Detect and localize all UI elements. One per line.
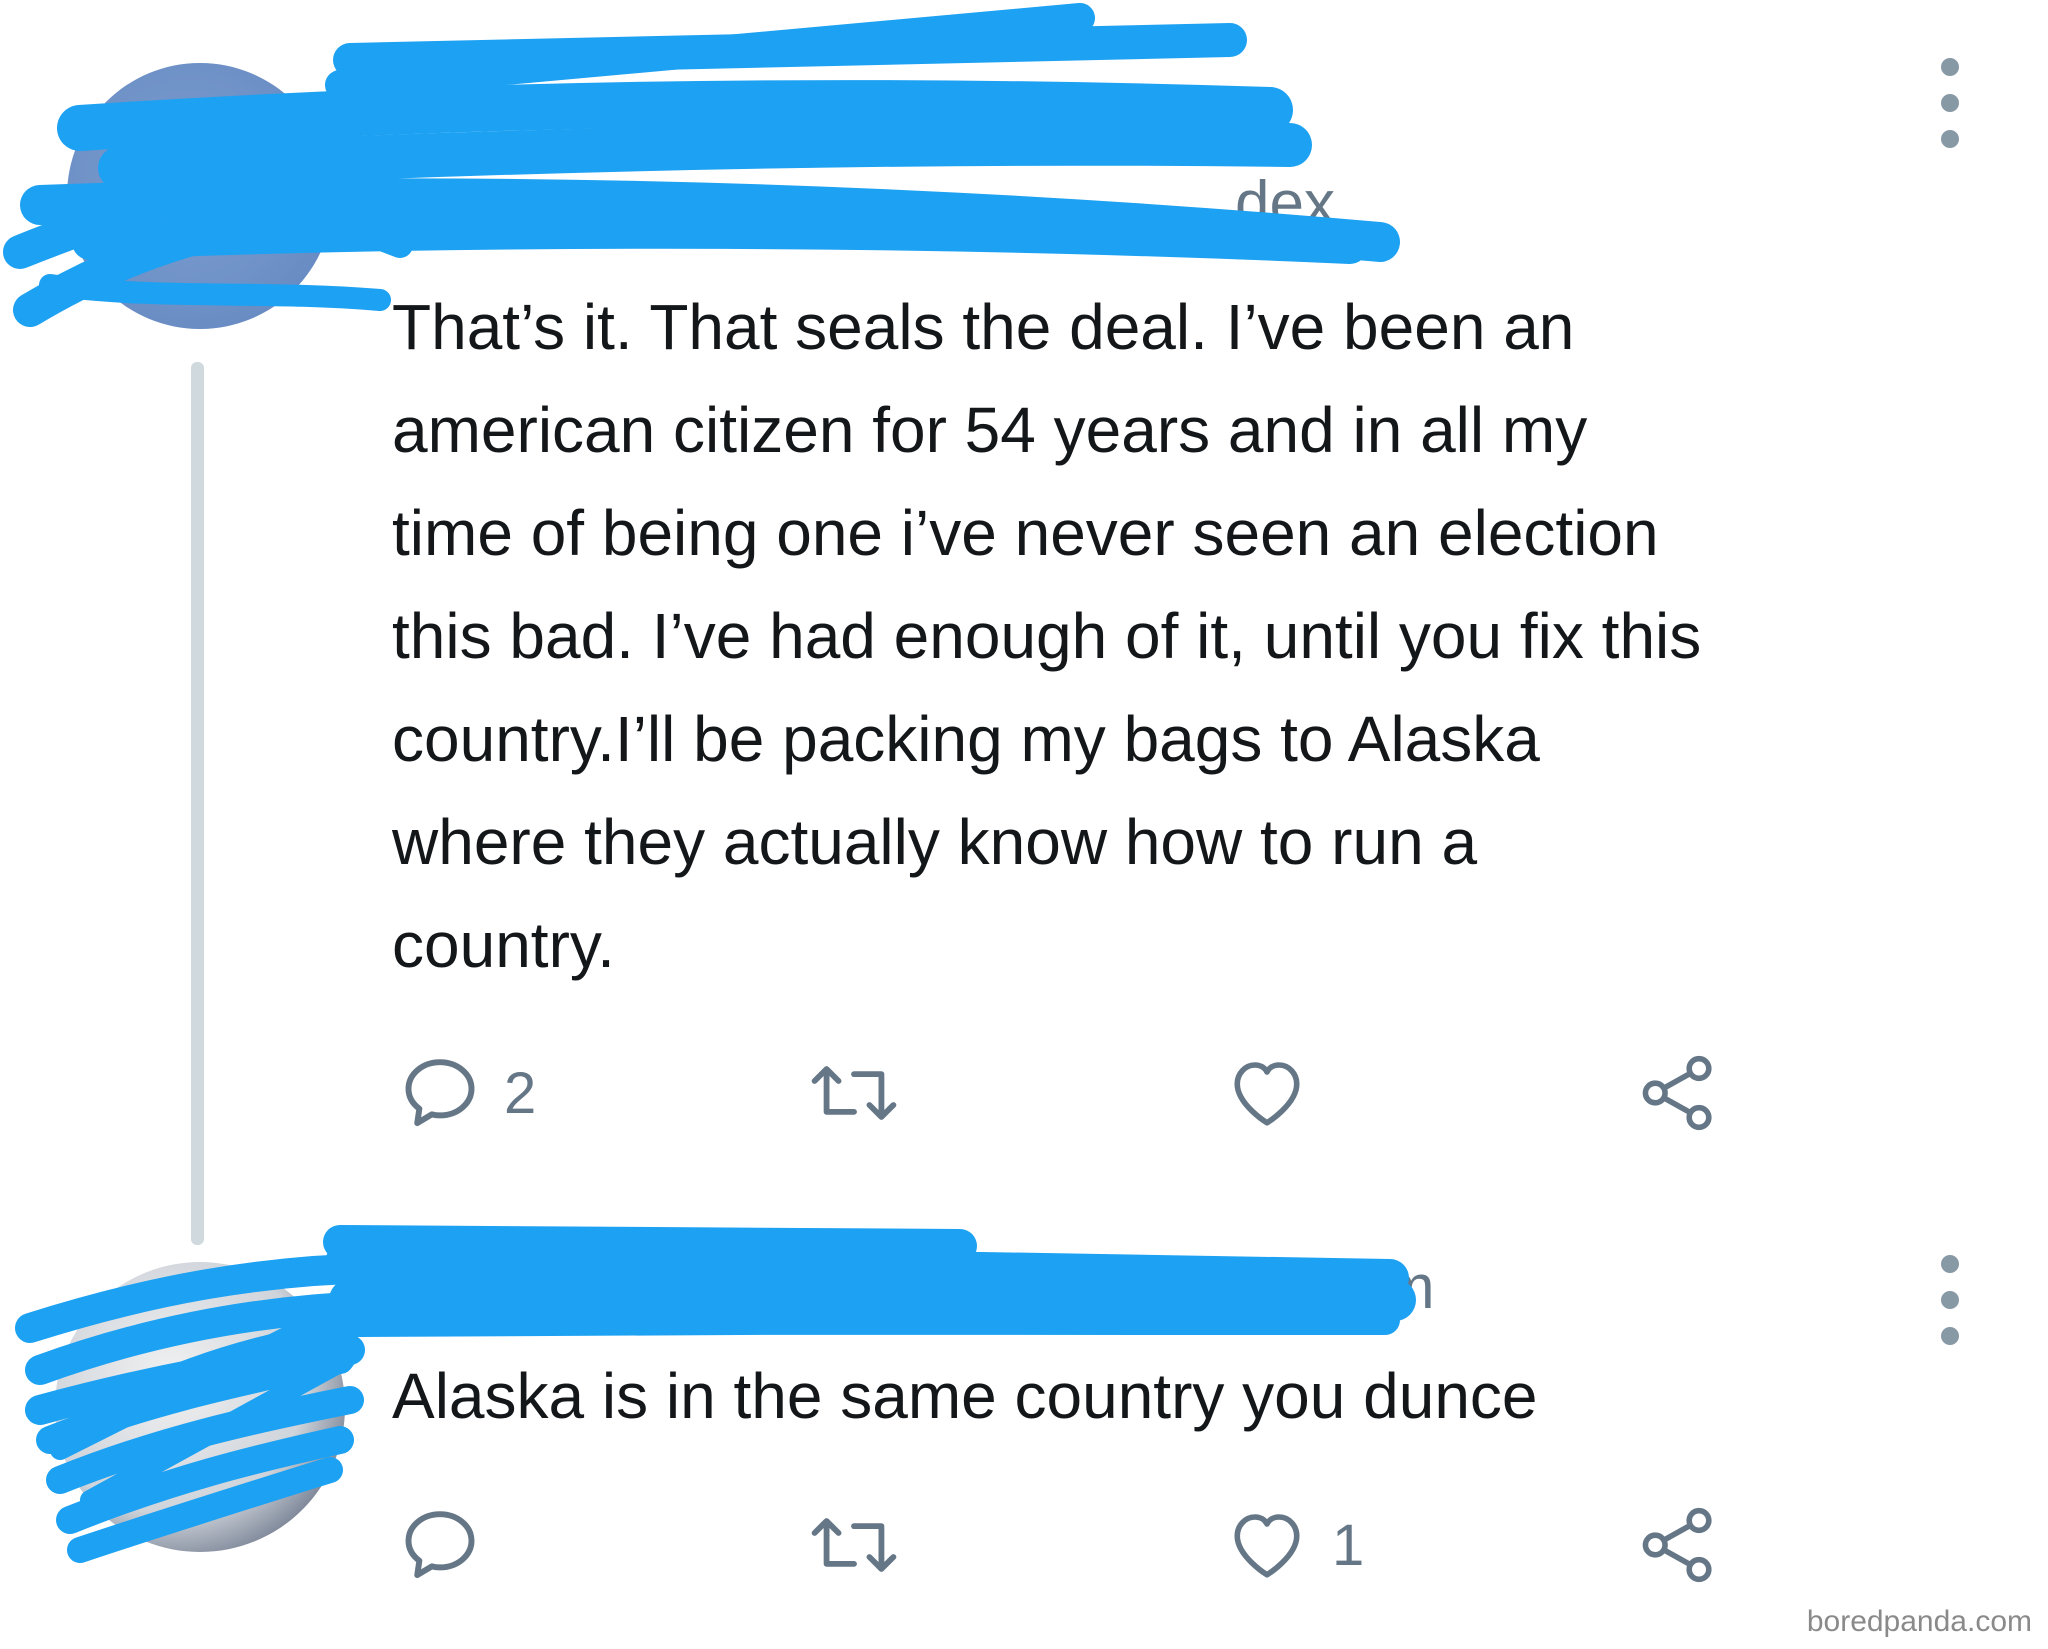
- tweet-text: That’s it. That seals the deal. I’ve bee…: [392, 276, 2012, 997]
- more-dot-icon: [1941, 1291, 1959, 1309]
- replying-to-handle-fragment[interactable]: dex: [1235, 168, 1335, 239]
- tweet-text-line: this bad. I’ve had enough of it, until y…: [392, 600, 1702, 672]
- heart-icon: [1234, 1514, 1300, 1578]
- tweet-text-line: country.I’ll be packing my bags to Alask…: [392, 703, 1540, 775]
- username-fragment[interactable]: m: [1383, 1252, 1435, 1323]
- retweet-button[interactable]: [806, 1502, 924, 1588]
- more-options-button[interactable]: [1933, 1255, 1967, 1345]
- reply-icon: [405, 1059, 475, 1127]
- share-icon: [1642, 1507, 1712, 1583]
- like-button[interactable]: [1224, 1050, 1332, 1136]
- more-dot-icon: [1941, 58, 1959, 76]
- heart-icon: [1234, 1062, 1300, 1126]
- more-dot-icon: [1941, 1327, 1959, 1345]
- reply-icon: [405, 1511, 475, 1579]
- reply-button[interactable]: [398, 1502, 504, 1588]
- share-button[interactable]: [1636, 1050, 1720, 1136]
- share-button[interactable]: [1636, 1502, 1720, 1588]
- tweet-text-line: american citizen for 54 years and in all…: [392, 394, 1588, 466]
- reply-count: 2: [504, 1060, 537, 1126]
- retweet-icon: [811, 1066, 897, 1120]
- like-count: 1: [1332, 1512, 1365, 1578]
- tweet-text-line: country.: [392, 909, 615, 981]
- tweet-text-line: time of being one i’ve never seen an ele…: [392, 497, 1659, 569]
- tweet-text: Alaska is in the same country you dunce: [392, 1360, 1538, 1432]
- thread-connector-line: [191, 362, 204, 1245]
- more-dot-icon: [1941, 1255, 1959, 1273]
- avatar[interactable]: [67, 63, 333, 329]
- tweet-text-line: where they actually know how to run a: [392, 806, 1478, 878]
- retweet-button[interactable]: [806, 1050, 924, 1136]
- like-button[interactable]: 1: [1224, 1502, 1364, 1588]
- more-options-button[interactable]: [1933, 58, 1967, 148]
- share-icon: [1642, 1055, 1712, 1131]
- avatar[interactable]: [55, 1262, 345, 1552]
- watermark: boredpanda.com: [1806, 1605, 2032, 1638]
- reply-button[interactable]: 2: [398, 1050, 536, 1136]
- more-dot-icon: [1941, 94, 1959, 112]
- retweet-icon: [811, 1518, 897, 1572]
- tweet-text-line: That’s it. That seals the deal. I’ve bee…: [392, 291, 1575, 363]
- more-dot-icon: [1941, 130, 1959, 148]
